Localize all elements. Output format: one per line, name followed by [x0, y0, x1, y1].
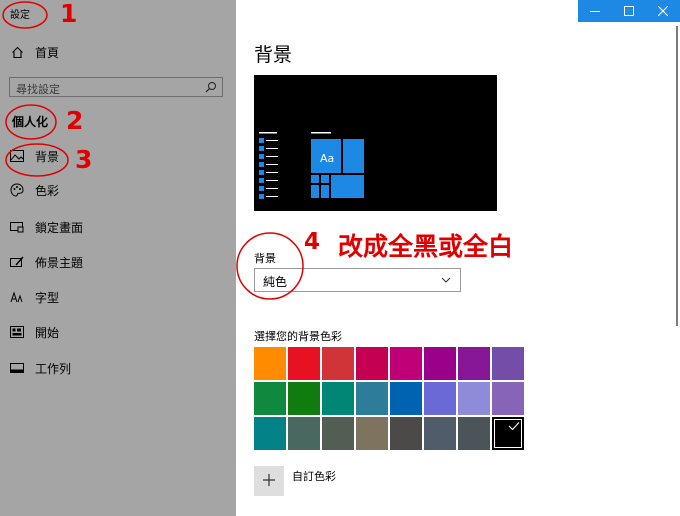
color-swatch[interactable] — [254, 382, 286, 415]
color-swatch[interactable] — [288, 417, 320, 450]
search-input[interactable]: 尋找設定 — [9, 77, 223, 97]
start-icon — [10, 325, 24, 339]
theme-brush-icon — [10, 255, 24, 269]
taskbar-icon — [10, 361, 24, 375]
annotation-number-2: 2 — [66, 106, 84, 135]
annotation-number-4: 4 — [304, 229, 321, 255]
maximize-button[interactable] — [612, 0, 646, 22]
color-swatch[interactable] — [322, 382, 354, 415]
background-label: 背景 — [254, 252, 276, 265]
background-type-select[interactable]: 純色 — [254, 268, 461, 292]
color-swatch[interactable] — [288, 347, 320, 380]
desktop-preview: Aa — [254, 75, 497, 211]
color-picker-label: 選擇您的背景色彩 — [254, 330, 342, 343]
background-type-value: 純色 — [263, 275, 288, 289]
sidebar-item-home[interactable]: 首頁 — [0, 39, 236, 65]
color-swatch[interactable] — [458, 382, 490, 415]
color-swatch[interactable] — [356, 347, 388, 380]
scrollbar[interactable] — [674, 26, 680, 326]
color-swatch[interactable] — [356, 382, 388, 415]
section-title: 個人化 — [12, 115, 49, 129]
color-swatch[interactable] — [424, 382, 456, 415]
chevron-down-icon — [440, 274, 452, 286]
annotation-number-1: 1 — [60, 0, 78, 28]
sidebar-item-label: 開始 — [35, 325, 60, 340]
sidebar: 設定 首頁 尋找設定 個人化 背景 色彩 鎖定畫面 佈景主題 字型 開始 工作列 — [0, 0, 236, 516]
annotation-number-3: 3 — [75, 145, 93, 174]
font-icon — [10, 290, 24, 304]
preview-tile-text: Aa — [320, 152, 335, 165]
custom-color-button[interactable] — [254, 466, 284, 496]
color-swatch[interactable] — [458, 347, 490, 380]
color-swatch[interactable] — [390, 417, 422, 450]
search-placeholder: 尋找設定 — [16, 83, 60, 96]
search-icon[interactable] — [205, 81, 217, 93]
close-button[interactable] — [646, 0, 680, 22]
sidebar-item-fonts[interactable]: 字型 — [0, 284, 236, 310]
sidebar-item-taskbar[interactable]: 工作列 — [0, 355, 236, 381]
sidebar-item-label: 佈景主題 — [35, 255, 84, 270]
sidebar-item-label: 鎖定畫面 — [35, 220, 84, 235]
title-bar-controls — [578, 0, 680, 22]
sidebar-item-themes[interactable]: 佈景主題 — [0, 249, 236, 275]
color-swatch[interactable] — [288, 382, 320, 415]
minimize-button[interactable] — [578, 0, 612, 22]
color-swatch[interactable] — [458, 417, 490, 450]
sidebar-item-colors[interactable]: 色彩 — [0, 177, 236, 203]
color-swatch[interactable] — [254, 417, 286, 450]
color-swatch[interactable] — [322, 417, 354, 450]
color-swatch[interactable] — [492, 347, 524, 380]
color-swatch[interactable] — [390, 347, 422, 380]
palette-icon — [10, 183, 24, 197]
page-title: 背景 — [254, 44, 293, 66]
sidebar-item-label: 首頁 — [35, 45, 60, 60]
custom-color-label: 自訂色彩 — [292, 470, 336, 483]
color-swatch[interactable] — [492, 417, 524, 450]
color-swatch[interactable] — [424, 347, 456, 380]
plus-icon — [262, 473, 276, 490]
sidebar-item-label: 背景 — [35, 149, 60, 164]
sidebar-item-lock-screen[interactable]: 鎖定畫面 — [0, 214, 236, 240]
scrollbar-thumb[interactable] — [676, 26, 678, 326]
app-title: 設定 — [10, 10, 30, 21]
home-icon — [10, 45, 24, 59]
color-swatch[interactable] — [322, 347, 354, 380]
checkmark-icon — [508, 420, 520, 434]
picture-icon — [10, 149, 24, 163]
color-swatch[interactable] — [390, 382, 422, 415]
color-swatch-grid — [254, 347, 526, 451]
color-swatch[interactable] — [356, 417, 388, 450]
sidebar-item-background[interactable]: 背景 — [0, 143, 236, 169]
sidebar-item-label: 字型 — [35, 290, 60, 305]
color-swatch[interactable] — [424, 417, 456, 450]
annotation-note: 改成全黑或全白 — [338, 232, 514, 261]
color-swatch[interactable] — [492, 382, 524, 415]
preview-start-menu — [259, 132, 364, 199]
sidebar-item-start[interactable]: 開始 — [0, 319, 236, 345]
sidebar-item-label: 色彩 — [35, 183, 60, 198]
sidebar-item-label: 工作列 — [35, 361, 72, 376]
color-swatch[interactable] — [254, 347, 286, 380]
lock-screen-icon — [10, 220, 24, 234]
